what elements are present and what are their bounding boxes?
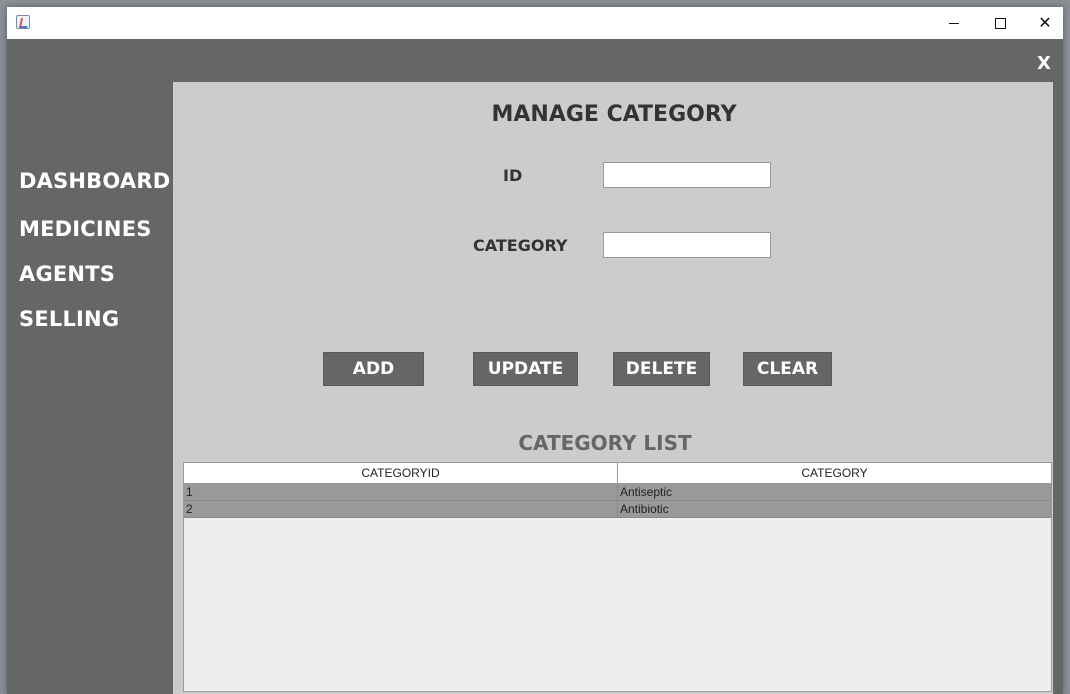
app-window: ✕ X DASHBOARD MEDICINES AGENTS SELLING M…: [7, 7, 1063, 694]
close-icon: ✕: [1038, 13, 1052, 32]
column-header-category[interactable]: CATEGORY: [618, 463, 1051, 483]
delete-button[interactable]: DELETE: [613, 352, 710, 386]
sidebar-item-dashboard[interactable]: DASHBOARD: [19, 169, 170, 193]
category-list-title: CATEGORY LIST: [518, 431, 692, 455]
title-bar: ✕: [7, 7, 1063, 39]
cell-categoryid: 1: [184, 484, 618, 500]
page-title: MANAGE CATEGORY: [491, 102, 737, 127]
maximize-button[interactable]: [977, 7, 1023, 39]
cell-categoryid: 2: [184, 501, 618, 517]
manage-category-panel: MANAGE CATEGORY ID CATEGORY ADD UPDATE D…: [173, 82, 1053, 694]
id-label: ID: [503, 166, 523, 185]
category-label: CATEGORY: [473, 236, 568, 255]
table-row[interactable]: 1 Antiseptic: [184, 484, 1051, 501]
category-table[interactable]: CATEGORYID CATEGORY 1 Antiseptic 2 Antib…: [183, 462, 1052, 692]
sidebar-item-medicines[interactable]: MEDICINES: [19, 217, 152, 241]
column-header-categoryid[interactable]: CATEGORYID: [184, 463, 618, 483]
window-close-button[interactable]: ✕: [1022, 7, 1063, 39]
add-button[interactable]: ADD: [323, 352, 424, 386]
category-input[interactable]: [603, 232, 771, 258]
table-header: CATEGORYID CATEGORY: [184, 463, 1051, 484]
maximize-icon: [994, 17, 1006, 29]
minimize-icon: [949, 22, 959, 24]
sidebar-item-selling[interactable]: SELLING: [19, 307, 119, 331]
sidebar-item-agents[interactable]: AGENTS: [19, 262, 115, 286]
app-close-button[interactable]: X: [1037, 53, 1051, 74]
clear-button[interactable]: CLEAR: [743, 352, 832, 386]
cell-category: Antibiotic: [620, 502, 669, 516]
update-button[interactable]: UPDATE: [473, 352, 578, 386]
table-row[interactable]: 2 Antibiotic: [184, 501, 1051, 518]
minimize-button[interactable]: [931, 7, 977, 39]
sidebar: DASHBOARD MEDICINES AGENTS SELLING: [7, 39, 173, 694]
cell-category: Antiseptic: [620, 485, 673, 499]
java-cup-icon: [16, 15, 30, 29]
id-input[interactable]: [603, 162, 771, 188]
